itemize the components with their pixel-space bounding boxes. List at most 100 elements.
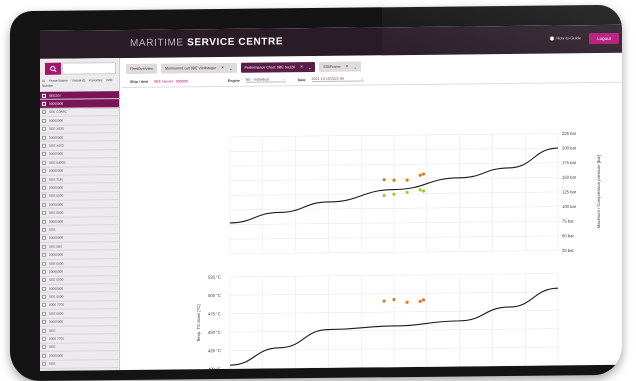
vessel-checkbox[interactable] — [42, 353, 46, 358]
vessel-checkbox[interactable] — [42, 336, 46, 341]
tab-label: FleetOverview — [130, 66, 153, 71]
vessel-checkbox[interactable] — [42, 152, 46, 157]
vessel-name: 00000000 — [49, 235, 64, 241]
sidebar-column-header[interactable]: IA — [42, 79, 45, 83]
vessel-checkbox[interactable] — [42, 160, 46, 165]
vessel-name: SEE 0000 — [49, 294, 64, 299]
close-icon[interactable]: × — [221, 64, 224, 70]
y-tick-label: 100 bar — [562, 204, 577, 209]
vessel-checkbox[interactable] — [42, 110, 46, 115]
y-tick-label: 50 bar — [562, 233, 574, 238]
logout-button[interactable]: Logout — [589, 32, 619, 45]
close-icon[interactable]: × — [300, 64, 303, 70]
vessel-name: SEE 0000 — [49, 311, 64, 316]
vessel-name: 00000000 — [49, 269, 64, 274]
engine-select[interactable]: NE - Individual ⌄ — [245, 77, 286, 83]
vessel-checkbox[interactable] — [42, 278, 46, 283]
vessel-checkbox[interactable] — [42, 261, 46, 266]
y-axis-title: Maximum / Compression pressure [bar] — [596, 155, 601, 228]
vessel-checkbox[interactable] — [42, 303, 46, 308]
vessel-name: SEE 0000 — [49, 277, 64, 283]
vessel-name: 00000000 — [49, 135, 64, 140]
vessel-checkbox[interactable] — [42, 177, 46, 182]
y-tick-label: 175 bar — [562, 160, 577, 165]
sidebar-column-header[interactable]: Vessel ID — [72, 78, 85, 82]
vessel-name: 00000000 — [49, 152, 64, 157]
vessel-checkbox[interactable] — [42, 362, 46, 367]
vessel-checkbox[interactable] — [42, 328, 46, 333]
vessel-checkbox[interactable] — [42, 210, 46, 216]
device-frame: MARITIME SERVICE CENTRE How-to-Guide Log… — [10, 4, 622, 381]
vessel-checkbox[interactable] — [42, 127, 46, 132]
tab-3[interactable]: SSI/Frame × ⌄ — [319, 61, 361, 72]
ship-filter-value[interactable]: 0BE Vessel - 000000 — [154, 79, 188, 83]
vessel-checkbox[interactable] — [42, 252, 46, 257]
vessel-sidebar: IA Vessel Name Vessel ID Favorites IMO Numbe… — [40, 58, 120, 371]
vessel-checkbox[interactable] — [42, 227, 46, 232]
date-select[interactable]: 2021-10-15/2021-06 ⌄ — [311, 76, 364, 83]
vessel-name: 0000 7700 — [49, 303, 65, 308]
vessel-name: 00000000 — [49, 185, 64, 190]
sidebar-column-header[interactable]: Favorites — [89, 78, 102, 82]
chevron-down-icon[interactable]: ⌄ — [308, 65, 311, 70]
vessel-name: SEE C0ABC — [49, 110, 67, 115]
data-point — [392, 297, 396, 302]
vessel-checkbox[interactable] — [42, 194, 46, 199]
vessel-checkbox[interactable] — [42, 236, 46, 241]
data-point — [418, 173, 422, 177]
engine-select-value: NE - Individual — [245, 77, 270, 82]
tab-2[interactable]: Performance Chart: 0BE Su120 × ⌄ — [240, 62, 316, 73]
app-screen: MARITIME SERVICE CENTRE How-to-Guide Log… — [40, 24, 622, 371]
vessel-name: SEE TUN — [49, 177, 63, 182]
brand-title-light: MARITIME — [130, 37, 184, 49]
vessel-checkbox[interactable] — [42, 143, 46, 148]
vessel-name: SEE 0000 — [49, 261, 64, 266]
vessel-checkbox[interactable] — [42, 320, 46, 325]
vessel-checkbox[interactable] — [42, 269, 46, 274]
tab-1[interactable]: Mariner/Ind.cult 0BE Vitollsteger × ⌄ — [160, 62, 237, 74]
how-to-guide-link[interactable]: How-to-Guide — [550, 35, 581, 40]
data-point — [421, 298, 426, 302]
vessel-list: SEE2GI 00000000 SEE C0ABC 00000000 SEE X03S 0… — [40, 91, 120, 371]
vessel-checkbox[interactable] — [42, 93, 46, 98]
search-button[interactable] — [45, 62, 61, 75]
tab-bar: FleetOverview Mariner/Ind.cult 0BE Vitoll… — [126, 61, 361, 74]
chevron-down-icon[interactable]: ⌄ — [353, 64, 356, 69]
data-point — [405, 300, 409, 304]
data-point — [382, 193, 386, 198]
data-point — [421, 172, 426, 176]
vessel-checkbox[interactable] — [42, 101, 46, 106]
brand-title: MARITIME SERVICE CENTRE — [130, 36, 283, 49]
vessel-checkbox[interactable] — [42, 286, 46, 291]
tab-label: Mariner/Ind.cult 0BE Vitollsteger — [164, 66, 217, 71]
vessel-checkbox[interactable] — [42, 202, 46, 207]
ship-filter-label: Ship / Item — [130, 79, 149, 84]
close-icon[interactable]: × — [346, 63, 349, 69]
sidebar-column-header[interactable]: Vessel Name — [49, 79, 68, 83]
y-tick-label: 75 bar — [562, 219, 574, 224]
vessel-checkbox[interactable] — [42, 219, 46, 224]
vessel-checkbox[interactable] — [42, 345, 46, 350]
vessel-name: SEE 0400S — [49, 160, 66, 165]
chevron-down-icon[interactable]: ⌄ — [229, 65, 232, 70]
vessel-name: 00000000 — [49, 219, 64, 224]
vessel-checkbox[interactable] — [42, 244, 46, 249]
vessel-checkbox[interactable] — [42, 185, 46, 190]
chevron-down-icon: ⌄ — [360, 76, 364, 81]
tab-0[interactable]: FleetOverview — [126, 63, 157, 74]
vessel-name: 00000000 — [49, 118, 64, 123]
vessel-checkbox[interactable] — [42, 135, 46, 140]
y-tick-label: 425 °C — [208, 348, 221, 353]
vessel-name: SEE 0B0 — [49, 244, 62, 249]
y-tick-label: 500 °C — [208, 293, 221, 298]
vessel-checkbox[interactable] — [42, 294, 46, 299]
y-tick-label: 450 °C — [208, 330, 221, 335]
search-input[interactable] — [62, 62, 116, 75]
vessel-checkbox[interactable] — [42, 169, 46, 174]
data-point — [382, 178, 386, 182]
vessel-checkbox[interactable] — [42, 311, 46, 316]
vessel-list-item[interactable]: 00000000 — [40, 367, 120, 371]
vessel-name: 00000000 — [49, 202, 64, 207]
vessel-checkbox[interactable] — [42, 118, 46, 123]
vessel-name: SEE2GI — [49, 93, 61, 98]
